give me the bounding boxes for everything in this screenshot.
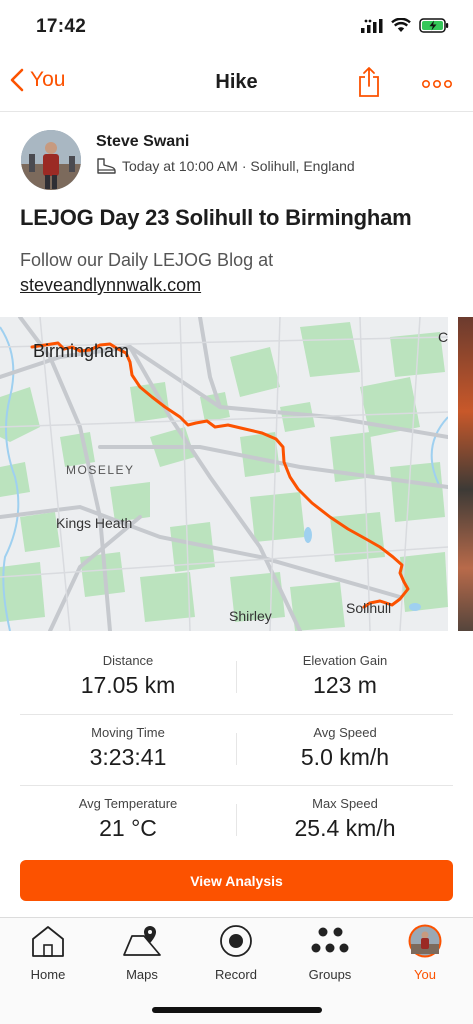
- stat-avg-temperature: Avg Temperature 21 °C: [20, 786, 236, 842]
- athlete-name[interactable]: Steve Swani: [96, 133, 189, 151]
- share-button[interactable]: [356, 66, 382, 103]
- stat-max-speed: Max Speed 25.4 km/h: [237, 786, 453, 842]
- athlete-avatar[interactable]: [21, 130, 81, 190]
- tab-label: Record: [215, 967, 257, 982]
- stat-distance: Distance 17.05 km: [20, 643, 236, 699]
- share-icon: [359, 67, 379, 97]
- page-title: Hike: [215, 71, 258, 93]
- wifi-icon: [391, 18, 411, 32]
- description-text: Follow our Daily LEJOG Blog at: [20, 250, 274, 270]
- map-label-shirley: Shirley: [229, 608, 272, 624]
- status-bar: 17:42: [0, 0, 473, 56]
- stat-label: Max Speed: [312, 796, 378, 811]
- activity-title: LEJOG Day 23 Solihull to Birmingham: [20, 205, 412, 230]
- record-icon: [220, 925, 252, 957]
- home-icon: [32, 926, 64, 957]
- stat-value: 5.0 km/h: [300, 744, 390, 770]
- route-map[interactable]: Birmingham MOSELEY Kings Heath Shirley S…: [0, 317, 448, 631]
- blog-link[interactable]: steveandlynnwalk.com: [20, 273, 273, 298]
- top-nav: You Hike: [0, 56, 473, 112]
- tab-label: Groups: [308, 967, 352, 982]
- tab-groups[interactable]: Groups: [290, 924, 370, 982]
- stat-label: Avg Speed: [313, 725, 377, 740]
- map-icon: [123, 926, 161, 956]
- stat-value: 123 m: [313, 672, 377, 698]
- stat-label: Avg Temperature: [78, 796, 178, 811]
- activity-meta-text: Today at 10:00 AM · Solihull, England: [122, 158, 355, 174]
- boot-icon: [97, 158, 116, 174]
- photo-preview[interactable]: [458, 317, 473, 631]
- stat-label: Elevation Gain: [302, 653, 388, 668]
- map-label-corner: C: [438, 329, 448, 345]
- stat-value: 3:23:41: [89, 744, 167, 770]
- stat-label: Distance: [102, 653, 154, 668]
- map-label-kings-heath: Kings Heath: [56, 515, 133, 531]
- tab-label: You: [414, 967, 436, 982]
- battery-icon: [419, 18, 449, 33]
- activity-meta: Today at 10:00 AM · Solihull, England: [96, 158, 355, 174]
- tab-you[interactable]: You: [385, 924, 465, 982]
- view-analysis-button[interactable]: View Analysis: [20, 860, 453, 901]
- stat-value: 17.05 km: [80, 672, 176, 698]
- stat-elevation-gain: Elevation Gain 123 m: [237, 643, 453, 699]
- tab-home[interactable]: Home: [8, 924, 88, 982]
- tab-record[interactable]: Record: [196, 924, 276, 982]
- tab-maps[interactable]: Maps: [102, 924, 182, 982]
- stat-moving-time: Moving Time 3:23:41: [20, 715, 236, 771]
- stat-value: 21 °C: [99, 815, 157, 841]
- stats-row: Distance 17.05 km Elevation Gain 123 m: [20, 643, 453, 713]
- map-label-moseley: MOSELEY: [66, 463, 135, 477]
- stat-avg-speed: Avg Speed 5.0 km/h: [237, 715, 453, 771]
- avatar: [408, 924, 442, 958]
- home-indicator: [152, 1007, 322, 1013]
- stat-value: 25.4 km/h: [294, 815, 396, 841]
- stat-label: Moving Time: [91, 725, 165, 740]
- map-label-birmingham: Birmingham: [33, 341, 130, 361]
- more-button[interactable]: [421, 76, 452, 94]
- tab-label: Maps: [126, 967, 158, 982]
- more-icon: [421, 79, 452, 89]
- stats-row: Avg Temperature 21 °C Max Speed 25.4 km/…: [20, 785, 453, 855]
- map-label-solihull: Solihull: [346, 600, 392, 616]
- status-icons: [361, 18, 449, 33]
- groups-icon: [311, 927, 349, 953]
- tab-label: Home: [30, 967, 66, 982]
- stats-row: Moving Time 3:23:41 Avg Speed 5.0 km/h: [20, 714, 453, 784]
- status-time: 17:42: [36, 16, 87, 37]
- activity-description: Follow our Daily LEJOG Blog at steveandl…: [20, 248, 273, 298]
- signal-icon: [361, 18, 383, 33]
